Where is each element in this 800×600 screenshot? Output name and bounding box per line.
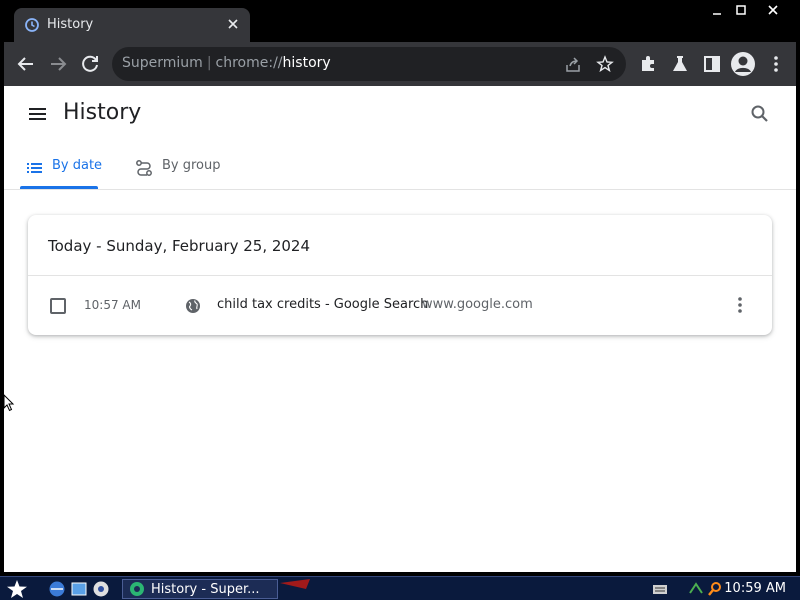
search-tray-icon[interactable] bbox=[707, 581, 723, 597]
taskbar-window-label: History - Super... bbox=[151, 582, 260, 597]
entry-checkbox[interactable] bbox=[50, 298, 66, 314]
minimize-icon bbox=[713, 13, 721, 15]
url-scheme: chrome:// bbox=[215, 55, 283, 71]
title-bar: History bbox=[0, 0, 800, 44]
history-clock-icon bbox=[25, 18, 39, 32]
entry-time: 10:57 AM bbox=[84, 298, 141, 312]
history-entry[interactable]: 10:57 AM child tax credits - Google Sear… bbox=[28, 276, 772, 335]
search-icon[interactable] bbox=[750, 104, 770, 124]
hamburger-menu-icon[interactable] bbox=[28, 106, 48, 122]
history-header: History By date By group bbox=[4, 86, 796, 190]
url-host: history bbox=[282, 55, 331, 71]
maximize-button[interactable] bbox=[727, 0, 755, 20]
close-window-button[interactable] bbox=[759, 0, 787, 20]
maximize-icon bbox=[736, 5, 746, 15]
address-bar[interactable]: Supermium | chrome://history bbox=[112, 47, 626, 81]
share-icon[interactable] bbox=[564, 56, 582, 74]
network-icon[interactable] bbox=[688, 581, 704, 597]
tab-close-icon[interactable] bbox=[224, 15, 242, 33]
forward-arrow-icon[interactable] bbox=[46, 52, 70, 76]
tab-by-date-label: By date bbox=[52, 158, 103, 173]
address-text: Supermium | chrome://history bbox=[122, 55, 331, 71]
keyboard-icon[interactable] bbox=[652, 581, 668, 597]
history-day-card: Today - Sunday, February 25, 2024 10:57 … bbox=[28, 215, 772, 335]
tab-title: History bbox=[47, 17, 94, 32]
browser-toolbar: Supermium | chrome://history bbox=[4, 42, 796, 86]
journeys-icon bbox=[136, 160, 152, 176]
taskbar-clock: 10:59 AM bbox=[724, 581, 786, 596]
more-vert-icon[interactable] bbox=[764, 52, 788, 76]
media-player-icon[interactable] bbox=[92, 580, 110, 598]
side-panel-icon[interactable] bbox=[700, 52, 724, 76]
tab-by-group[interactable]: By group bbox=[130, 146, 240, 190]
entry-more-actions-icon[interactable] bbox=[730, 294, 750, 316]
desktop-wallpaper-accent bbox=[280, 579, 310, 589]
browser-tab-history[interactable]: History bbox=[14, 8, 250, 44]
page-title: History bbox=[63, 100, 142, 125]
day-heading: Today - Sunday, February 25, 2024 bbox=[48, 237, 311, 255]
labs-flask-icon[interactable] bbox=[668, 52, 692, 76]
globe-icon bbox=[186, 299, 200, 313]
mouse-pointer-icon bbox=[3, 394, 15, 412]
supermium-app-icon bbox=[130, 582, 144, 596]
reload-icon[interactable] bbox=[78, 52, 102, 76]
app-name-label: Supermium bbox=[122, 55, 203, 71]
profile-avatar-icon[interactable] bbox=[730, 51, 756, 77]
tab-by-group-label: By group bbox=[162, 158, 221, 173]
list-icon bbox=[27, 163, 42, 173]
omnibox-separator: | bbox=[206, 55, 212, 71]
back-arrow-icon[interactable] bbox=[14, 52, 38, 76]
file-manager-icon[interactable] bbox=[70, 580, 88, 598]
taskbar-window-button[interactable]: History - Super... bbox=[122, 579, 278, 599]
selected-tab-indicator bbox=[20, 186, 98, 189]
browser-quicklaunch-icon[interactable] bbox=[48, 580, 66, 598]
bookmark-star-icon[interactable] bbox=[596, 55, 614, 73]
entry-title-link[interactable]: child tax credits - Google Search bbox=[217, 297, 428, 312]
taskbar: History - Super... 10:59 AM bbox=[0, 576, 800, 600]
history-page: History By date By group Today - Sunday,… bbox=[4, 86, 796, 572]
start-star-icon[interactable] bbox=[6, 579, 28, 599]
tab-by-date[interactable]: By date bbox=[20, 146, 102, 190]
entry-domain: www.google.com bbox=[422, 297, 533, 312]
extensions-puzzle-icon[interactable] bbox=[636, 52, 660, 76]
close-window-icon bbox=[768, 5, 778, 15]
